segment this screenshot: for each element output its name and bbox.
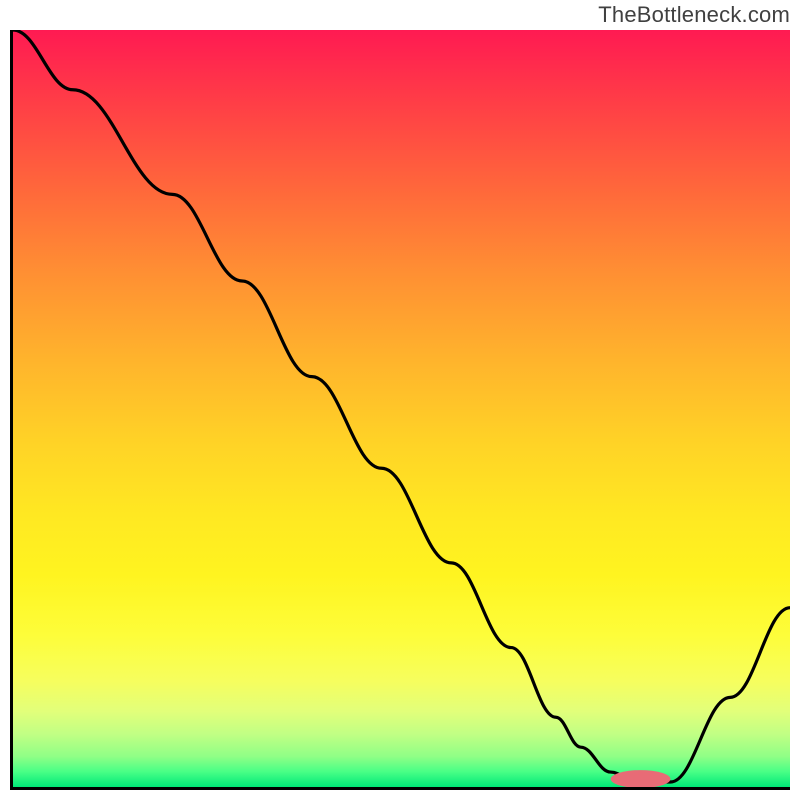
- chart-overlay: [13, 30, 790, 787]
- bottleneck-curve: [13, 30, 790, 782]
- highlight-pill: [611, 770, 671, 787]
- watermark-text: TheBottleneck.com: [598, 2, 790, 28]
- plot-area: [10, 30, 790, 790]
- chart-container: TheBottleneck.com: [0, 0, 800, 800]
